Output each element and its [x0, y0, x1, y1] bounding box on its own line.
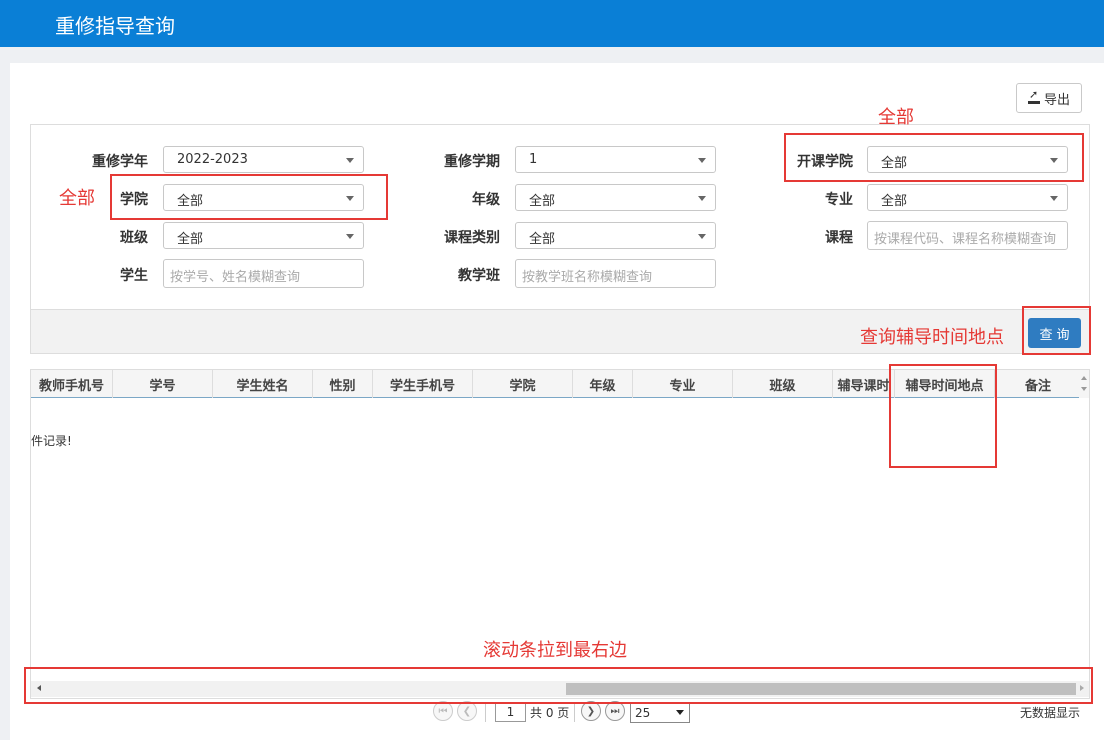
chevron-down-icon: [698, 158, 706, 163]
chevron-down-icon: [1050, 158, 1058, 163]
page-number-input[interactable]: 1: [495, 702, 526, 722]
scroll-left-icon[interactable]: [37, 685, 41, 691]
teaching-class-label: 教学班: [458, 268, 500, 284]
term-label: 重修学期: [444, 154, 500, 170]
teaching-class-search-input[interactable]: 按教学班名称模糊查询: [515, 259, 716, 288]
major-value: 全部: [881, 194, 908, 209]
major-label: 专业: [825, 192, 853, 208]
scrollbar-thumb[interactable]: [566, 683, 1076, 695]
year-value: 2022-2023: [177, 152, 248, 167]
column-header[interactable]: 教师手机号: [31, 370, 113, 398]
pager-status: 无数据显示: [1020, 706, 1081, 720]
student-placeholder: 按学号、姓名模糊查询: [170, 270, 301, 285]
course-placeholder: 按课程代码、课程名称模糊查询: [874, 232, 1057, 247]
annotation-offering-college: 全部: [878, 107, 914, 128]
year-select[interactable]: 2022-2023: [163, 146, 364, 173]
class-value: 全部: [177, 232, 204, 247]
next-page-icon[interactable]: ❯: [581, 701, 601, 721]
offering-college-label: 开课学院: [797, 154, 853, 170]
course-label: 课程: [825, 230, 853, 246]
student-label: 学生: [120, 268, 148, 284]
column-header[interactable]: 性别: [313, 370, 373, 398]
query-button[interactable]: 查询: [1028, 318, 1081, 348]
export-button[interactable]: 导出: [1016, 83, 1082, 113]
chevron-down-icon: [346, 234, 354, 239]
year-label: 重修学年: [92, 154, 148, 170]
vertical-scrollbar[interactable]: [1079, 370, 1089, 398]
empty-message: 件记录!: [31, 434, 72, 448]
column-header[interactable]: 班级: [733, 370, 833, 398]
total-pages-text: 共 0 页: [530, 706, 570, 720]
annotation-query: 查询辅导时间地点: [860, 327, 1004, 348]
column-header[interactable]: 辅导时间地点: [895, 370, 995, 398]
annotation-college: 全部: [59, 188, 95, 209]
page-size-select[interactable]: 25: [630, 703, 690, 723]
pager-divider: [485, 702, 486, 722]
offering-college-select[interactable]: 全部: [867, 146, 1068, 173]
column-header[interactable]: 学院: [473, 370, 573, 398]
college-value: 全部: [177, 194, 204, 209]
scroll-up-icon: [1081, 376, 1087, 380]
course-type-label: 课程类别: [444, 230, 500, 246]
last-page-icon[interactable]: ⏭: [605, 701, 625, 721]
scroll-right-icon[interactable]: [1080, 685, 1084, 691]
chevron-down-icon: [676, 710, 684, 715]
column-header[interactable]: 学生手机号: [373, 370, 473, 398]
chevron-down-icon: [1050, 196, 1058, 201]
column-header[interactable]: 年级: [573, 370, 633, 398]
scroll-down-icon: [1081, 387, 1087, 391]
column-header[interactable]: 专业: [633, 370, 733, 398]
teaching-class-placeholder: 按教学班名称模糊查询: [522, 270, 653, 285]
class-select[interactable]: 全部: [163, 222, 364, 249]
page-title: 重修指导查询: [55, 14, 175, 38]
course-type-value: 全部: [529, 232, 556, 247]
grid-header: 教师手机号 学号 学生姓名 性别 学生手机号 学院 年级 专业 班级 辅导课时 …: [31, 370, 1081, 398]
grade-label: 年级: [472, 192, 500, 208]
offering-college-value: 全部: [881, 156, 908, 171]
grade-select[interactable]: 全部: [515, 184, 716, 211]
export-icon: [1027, 88, 1040, 104]
left-gap: [0, 47, 10, 740]
export-label: 导出: [1043, 92, 1070, 108]
major-select[interactable]: 全部: [867, 184, 1068, 211]
column-header[interactable]: 辅导课时: [833, 370, 895, 398]
chevron-down-icon: [346, 158, 354, 163]
college-select[interactable]: 全部: [163, 184, 364, 211]
term-select[interactable]: 1: [515, 146, 716, 173]
page-size-value: 25: [635, 706, 651, 720]
header-gap: [0, 47, 1104, 63]
chevron-down-icon: [346, 196, 354, 201]
term-value: 1: [529, 152, 538, 167]
pager-divider: [574, 702, 575, 722]
column-header[interactable]: 备注: [995, 370, 1081, 398]
course-search-input[interactable]: 按课程代码、课程名称模糊查询: [867, 221, 1068, 250]
student-search-input[interactable]: 按学号、姓名模糊查询: [163, 259, 364, 288]
annotation-scroll: 滚动条拉到最右边: [483, 640, 627, 661]
class-label: 班级: [120, 230, 148, 246]
chevron-down-icon: [698, 196, 706, 201]
horizontal-scrollbar[interactable]: [31, 681, 1089, 697]
grade-value: 全部: [529, 194, 556, 209]
pager: ⏮ ❮ 1 共 0 页 ❯ ⏭ 25 无数据显示: [30, 699, 1090, 729]
top-bar: 重修指导查询: [0, 0, 1104, 47]
chevron-down-icon: [698, 234, 706, 239]
prev-page-icon[interactable]: ❮: [457, 701, 477, 721]
first-page-icon[interactable]: ⏮: [433, 701, 453, 721]
column-header[interactable]: 学生姓名: [213, 370, 313, 398]
column-header[interactable]: 学号: [113, 370, 213, 398]
course-type-select[interactable]: 全部: [515, 222, 716, 249]
